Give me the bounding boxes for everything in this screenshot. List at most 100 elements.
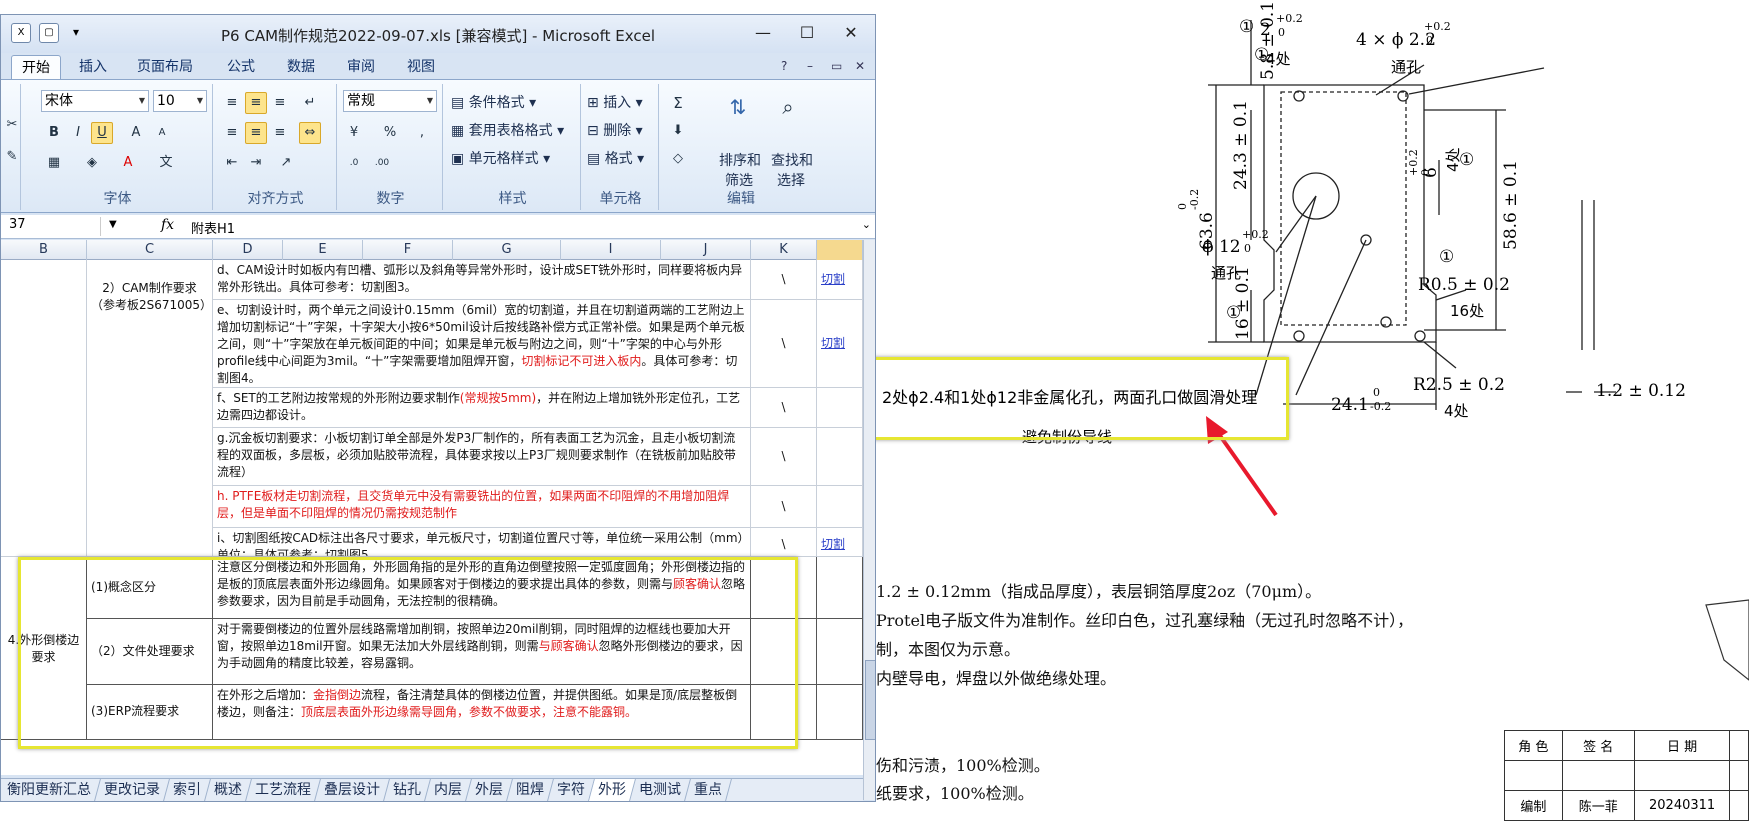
- find-select-button[interactable]: 查找和: [771, 150, 813, 170]
- cell-row-i[interactable]: i、切割图纸按CAD标注出各尺寸要求，单元板尺寸，切割道位置尺寸等，单位统一采用…: [213, 528, 751, 557]
- col-header-j[interactable]: J: [661, 240, 751, 260]
- merge-cells-icon[interactable]: ⇔: [299, 122, 321, 144]
- cell-k-g[interactable]: \: [751, 428, 817, 486]
- underline-button[interactable]: U: [91, 122, 113, 144]
- sort-filter-button-2[interactable]: 筛选: [725, 170, 753, 190]
- col-header-c[interactable]: C: [87, 240, 213, 260]
- sheet-tab-12[interactable]: 电测试: [630, 779, 691, 801]
- delete-cells-button[interactable]: ⊟ 删除 ▾: [587, 120, 643, 140]
- sheet-tab-10[interactable]: 字符: [548, 779, 595, 801]
- link-cut-3[interactable]: 切割: [817, 528, 863, 557]
- fx-icon[interactable]: fx: [161, 217, 174, 233]
- align-center-icon[interactable]: ≡: [245, 122, 267, 144]
- vertical-scrollbar[interactable]: [863, 240, 875, 800]
- tab-view[interactable]: 视图: [397, 55, 445, 79]
- sort-filter-button[interactable]: 排序和: [719, 150, 761, 170]
- tab-review[interactable]: 审阅: [337, 55, 385, 79]
- format-painter-icon[interactable]: ✎: [1, 146, 23, 168]
- expand-formula-icon[interactable]: ⌄: [862, 218, 871, 231]
- cell-b-upper[interactable]: [1, 260, 87, 557]
- sheet-tab-8[interactable]: 外层: [466, 779, 513, 801]
- sheet-tab-9[interactable]: 阻焊: [507, 779, 554, 801]
- link-cut-3-text[interactable]: 切割: [821, 537, 845, 551]
- sort-filter-icon[interactable]: ⇅: [723, 96, 753, 126]
- ribbon-restore-icon[interactable]: ▭: [831, 59, 842, 73]
- tab-formulas[interactable]: 公式: [217, 55, 265, 79]
- insert-cells-button[interactable]: ⊞ 插入 ▾: [587, 92, 643, 112]
- close-button[interactable]: ✕: [831, 21, 871, 45]
- sheet-tab-5[interactable]: 叠层设计: [315, 779, 390, 801]
- cell-k-d[interactable]: \: [751, 260, 817, 300]
- decrease-decimal-icon[interactable]: .00: [371, 152, 393, 174]
- cell-row-d[interactable]: d、CAM设计时如板内有凹槽、弧形以及斜角等异常外形时，设计成SET铣外形时，同…: [213, 260, 751, 300]
- scroll-thumb[interactable]: [865, 660, 875, 740]
- table-format-button[interactable]: ▦ 套用表格格式 ▾: [451, 120, 564, 140]
- link-cut-2[interactable]: 切割: [817, 300, 863, 388]
- sheet-tab-3[interactable]: 概述: [205, 779, 252, 801]
- wrap-text-icon[interactable]: ↵: [299, 92, 321, 114]
- fill-color-icon[interactable]: ◈: [81, 152, 103, 174]
- ribbon-close-icon[interactable]: ✕: [855, 59, 865, 73]
- currency-icon[interactable]: ¥: [343, 122, 365, 144]
- help-icon[interactable]: ?: [781, 59, 787, 73]
- comma-icon[interactable]: ,: [411, 122, 433, 144]
- phonetic-icon[interactable]: 文: [155, 152, 177, 174]
- sheet-tab-7[interactable]: 内层: [425, 779, 472, 801]
- minimize-button[interactable]: —: [743, 21, 783, 45]
- cell-row-e[interactable]: e、切割设计时，两个单元之间设计0.15mm（6mil）宽的切割道，并且在切割道…: [213, 300, 751, 388]
- sheet-tab-1[interactable]: 更改记录: [95, 779, 170, 801]
- col-header-e[interactable]: E: [283, 240, 363, 260]
- col-header-i[interactable]: I: [561, 240, 661, 260]
- col-header-f[interactable]: F: [363, 240, 453, 260]
- number-format-select[interactable]: 常规 ▼: [343, 90, 437, 112]
- col-header-g[interactable]: G: [453, 240, 561, 260]
- align-top-icon[interactable]: ≡: [221, 92, 243, 114]
- bold-button[interactable]: B: [43, 122, 65, 144]
- sheet-tab-13[interactable]: 重点: [685, 779, 732, 801]
- sheet-tab-active[interactable]: 外形: [589, 779, 636, 801]
- sheet-tab-6[interactable]: 钻孔: [384, 779, 431, 801]
- cell-k-i[interactable]: \: [751, 528, 817, 557]
- font-name-select[interactable]: 宋体 ▼: [41, 90, 149, 112]
- orientation-icon[interactable]: ↗: [275, 152, 297, 174]
- clear-icon[interactable]: ◇: [667, 148, 689, 170]
- ribbon-minimize-icon[interactable]: –: [807, 59, 813, 73]
- align-right-icon[interactable]: ≡: [269, 122, 291, 144]
- find-select-button-2[interactable]: 选择: [777, 170, 805, 190]
- sheet-tab-4[interactable]: 工艺流程: [246, 779, 321, 801]
- increase-indent-icon[interactable]: ⇥: [245, 152, 267, 174]
- font-color-icon[interactable]: A: [117, 152, 139, 174]
- tab-data[interactable]: 数据: [277, 55, 325, 79]
- name-box-dropdown-icon[interactable]: ▼: [109, 219, 117, 230]
- cell-row-g[interactable]: g.沉金板切割要求：小板切割订单全部是外发P3厂制作的，所有表面工艺为沉金，且走…: [213, 428, 751, 486]
- excel-window[interactable]: X ▢ ▾ P6 CAM制作规范2022-09-07.xls [兼容模式] - …: [0, 14, 876, 802]
- fill-icon[interactable]: ⬇: [667, 120, 689, 142]
- cell-k-e[interactable]: \: [751, 300, 817, 388]
- decrease-indent-icon[interactable]: ⇤: [221, 152, 243, 174]
- cut-icon[interactable]: ✂: [1, 114, 23, 136]
- title-bar[interactable]: X ▢ ▾ P6 CAM制作规范2022-09-07.xls [兼容模式] - …: [1, 15, 875, 53]
- align-left-icon[interactable]: ≡: [221, 122, 243, 144]
- formula-input[interactable]: 附表H1: [191, 218, 235, 237]
- autosum-icon[interactable]: Σ: [667, 92, 689, 114]
- align-bottom-icon[interactable]: ≡: [269, 92, 291, 114]
- tab-home[interactable]: 开始: [11, 55, 61, 79]
- link-cut-2-text[interactable]: 切割: [821, 336, 845, 350]
- col-header-l[interactable]: [817, 240, 863, 260]
- tab-page-layout[interactable]: 页面布局: [127, 55, 203, 79]
- conditional-format-button[interactable]: ▤ 条件格式 ▾: [451, 92, 536, 112]
- link-cut-1[interactable]: 切割: [817, 260, 863, 300]
- col-header-b[interactable]: B: [1, 240, 87, 260]
- cell-k-f[interactable]: \: [751, 388, 817, 428]
- tab-insert[interactable]: 插入: [69, 55, 117, 79]
- grow-font-button[interactable]: A: [125, 122, 147, 144]
- align-middle-icon[interactable]: ≡: [245, 92, 267, 114]
- col-header-k[interactable]: K: [751, 240, 817, 260]
- increase-decimal-icon[interactable]: .0: [343, 152, 365, 174]
- col-header-d[interactable]: D: [213, 240, 283, 260]
- cell-cam-requirement[interactable]: 2）CAM制作要求（参考板2S671005）: [87, 260, 213, 557]
- maximize-button[interactable]: ☐: [787, 21, 827, 45]
- border-icon[interactable]: ▦: [43, 152, 65, 174]
- percent-icon[interactable]: %: [379, 122, 401, 144]
- cell-style-button[interactable]: ▣ 单元格样式 ▾: [451, 148, 550, 168]
